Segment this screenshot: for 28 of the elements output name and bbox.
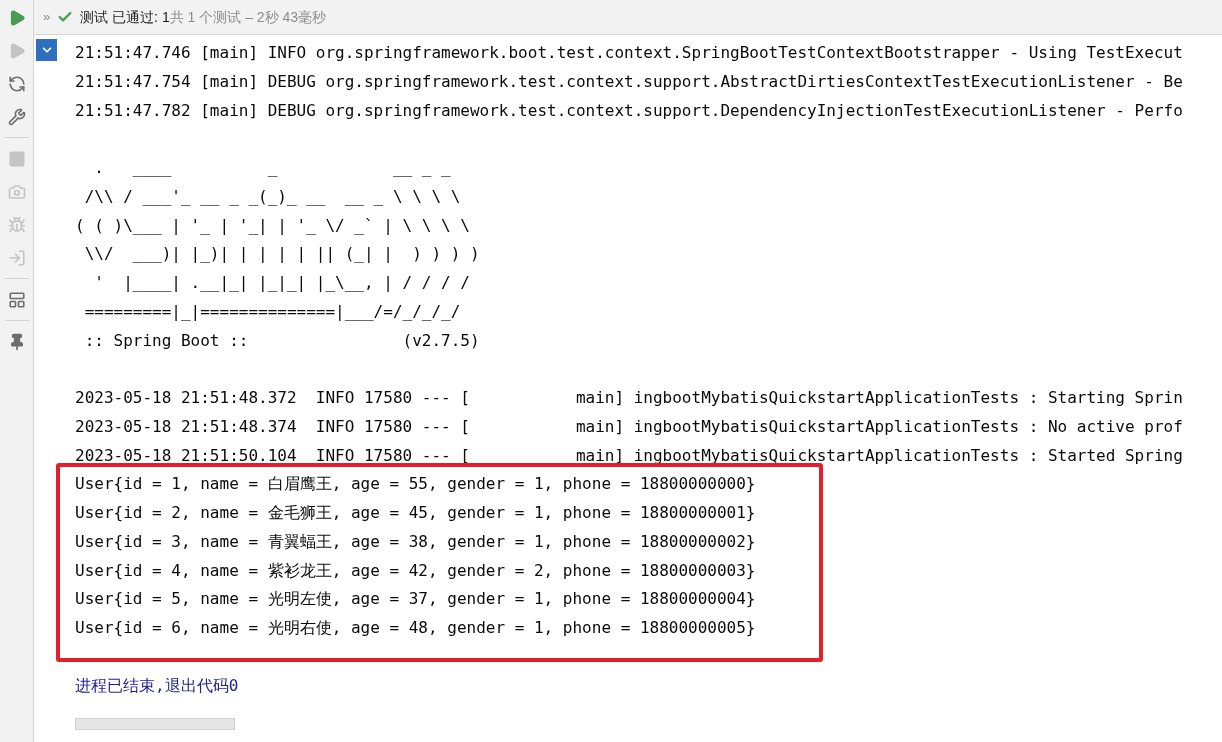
log-line: ( ( )\___ | '_ | '_| | '_ \/ _` | \ \ \ \ bbox=[75, 215, 470, 235]
test-summary: 共 1 个测试 – 2秒 43毫秒 bbox=[169, 7, 327, 27]
expand-toggle[interactable]: » bbox=[43, 7, 51, 27]
log-line: \\/ ___)| |_)| | | | | || (_| | ) ) ) ) bbox=[83, 244, 480, 264]
log-line: User{id = 1, name = 白眉鹰王, age = 55, gender = 1, phone = 18800000000} bbox=[75, 474, 756, 494]
log-line: . ____ _ __ _ _ bbox=[93, 158, 451, 177]
scrollbar-thumb[interactable] bbox=[75, 718, 235, 731]
rotate-arrows-icon[interactable] bbox=[7, 74, 26, 93]
log-line: ' |____| .__|_| |_|_| |_\__, | / / / / bbox=[93, 273, 470, 292]
exit-message: 进程已结束,退出代码0 bbox=[75, 675, 239, 695]
collapse-button[interactable] bbox=[36, 39, 57, 61]
log-line: 2023-05-18 21:51:48.372 INFO 17580 --- [ main] ingbootMybatisQuickstartApplicationTests : Starting Sprin bbox=[75, 388, 1183, 407]
log-line: 2023-05-18 21:51:48.374 INFO 17580 --- [ main] ingbootMybatisQuickstartApplicationTests : No active prof bbox=[75, 416, 1183, 436]
wrench-icon[interactable] bbox=[7, 107, 26, 126]
log-line: User{id = 4, name = 紫衫龙王, age = 42, gender = 2, phone = 18800000003} bbox=[75, 560, 756, 580]
layout-icon[interactable] bbox=[7, 290, 26, 309]
log-line: User{id = 2, name = 金毛狮王, age = 45, gender = 1, phone = 18800000001} bbox=[75, 503, 756, 522]
log-line: User{id = 5, name = 光明左使, age = 37, gender = 1, phone = 18800000004} bbox=[75, 589, 756, 609]
log-line: =========|_|==============|___/=/_/_/_/ bbox=[83, 301, 461, 321]
log-line: 21:51:47.782 [main] DEBUG org.springframework.test.context.support.DependencyInjectionTestExecutionListener - Perfo bbox=[75, 100, 1183, 120]
test-result: 测试 已通过: 1 bbox=[80, 7, 170, 27]
log-line: 21:51:47.746 [main] INFO org.springframework.boot.test.context.SpringBootTestContextBootstrapper - Using TestExecut bbox=[75, 43, 1183, 62]
log-line: :: Spring Boot :: (v2.7.5) bbox=[83, 330, 480, 350]
log-line: 2023-05-18 21:51:50.104 INFO 17580 --- [ main] ingbootMybatisQuickstartApplicationTests : Started Spring bbox=[75, 445, 1183, 465]
log-line: /\\ / ___'_ __ _ _(_)_ __ __ _ \ \ \ \ bbox=[83, 186, 461, 206]
log-line: User{id = 3, name = 青翼蝠王, age = 38, gender = 1, phone = 18800000002} bbox=[75, 531, 756, 551]
log-line: 21:51:47.754 [main] DEBUG org.springframework.test.context.support.AbstractDirtiesContextTestExecutionListener - Be bbox=[75, 71, 1183, 91]
log-line: User{id = 6, name = 光明右使, age = 48, gender = 1, phone = 18800000005} bbox=[75, 618, 756, 637]
